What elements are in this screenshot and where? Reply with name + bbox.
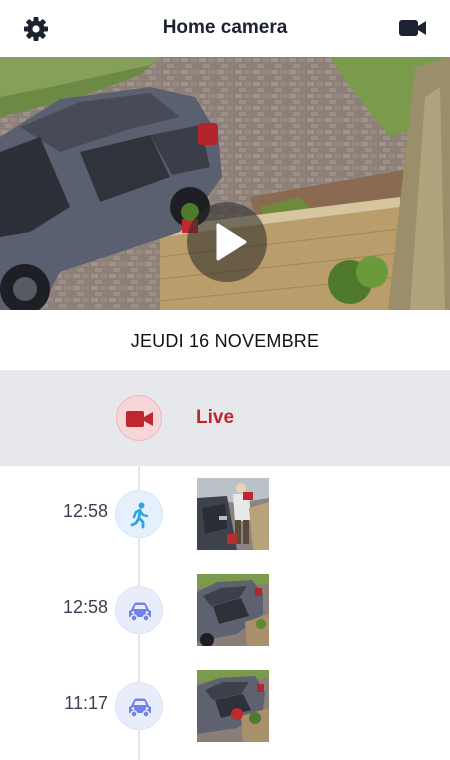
car-icon <box>115 682 163 730</box>
play-button[interactable] <box>187 202 267 282</box>
event-thumbnail[interactable] <box>197 478 269 550</box>
event-time: 12:58 <box>62 597 108 617</box>
live-video-camera-icon <box>116 395 162 441</box>
event-time: 12:58 <box>62 501 108 521</box>
app-header: Home camera <box>0 0 450 57</box>
event-thumbnail[interactable] <box>197 574 269 646</box>
car-icon <box>115 586 163 634</box>
event-thumbnail[interactable] <box>197 670 269 742</box>
person-walking-icon <box>115 490 163 538</box>
event-row-vehicle[interactable]: 12:58 <box>0 562 450 658</box>
play-icon <box>216 223 247 261</box>
event-row-person[interactable]: 12:58 <box>0 466 450 562</box>
event-time: 11:17 <box>64 693 108 713</box>
date-header: JEUDI 16 NOVEMBRE <box>0 310 450 370</box>
video-camera-icon[interactable] <box>398 17 428 39</box>
page-title: Home camera <box>162 17 288 38</box>
event-row-vehicle[interactable]: 11:17 <box>0 658 450 754</box>
live-label: Live <box>196 407 235 428</box>
camera-video-preview[interactable] <box>0 57 450 310</box>
live-row[interactable]: Live <box>0 370 450 466</box>
